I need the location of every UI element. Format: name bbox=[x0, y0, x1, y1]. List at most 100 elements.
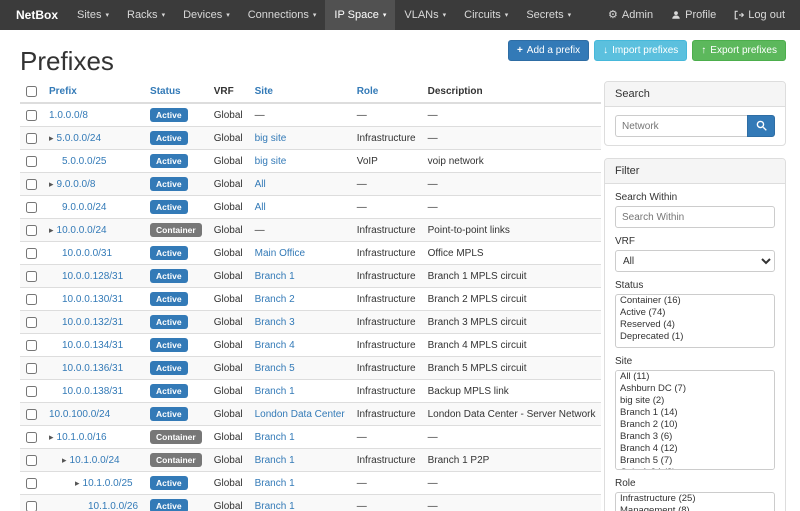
prefix-link[interactable]: 10.1.0.0/25 bbox=[83, 478, 133, 489]
prefix-link[interactable]: 9.0.0.0/8 bbox=[57, 179, 96, 190]
prefix-link[interactable]: 1.0.0.0/8 bbox=[49, 110, 88, 121]
nav-item-racks[interactable]: Racks▾ bbox=[118, 0, 174, 30]
row-checkbox[interactable] bbox=[26, 248, 37, 259]
listbox-option[interactable]: Ashburn DC (7) bbox=[616, 383, 774, 395]
search-button[interactable] bbox=[747, 115, 775, 137]
row-checkbox[interactable] bbox=[26, 409, 37, 420]
prefix-link[interactable]: 10.1.0.0/26 bbox=[88, 501, 138, 511]
nav-item-devices[interactable]: Devices▾ bbox=[174, 0, 239, 30]
expand-caret-icon[interactable]: ▸ bbox=[49, 432, 54, 442]
row-checkbox[interactable] bbox=[26, 271, 37, 282]
prefix-link[interactable]: 5.0.0.0/24 bbox=[57, 133, 101, 144]
prefix-link[interactable]: 9.0.0.0/24 bbox=[62, 202, 106, 213]
row-checkbox[interactable] bbox=[26, 478, 37, 489]
row-checkbox[interactable] bbox=[26, 179, 37, 190]
site-link[interactable]: Branch 3 bbox=[255, 317, 295, 328]
prefix-link[interactable]: 10.0.0.138/31 bbox=[62, 386, 123, 397]
nav-item-ip-space[interactable]: IP Space▾ bbox=[325, 0, 395, 30]
nav-item-connections[interactable]: Connections▾ bbox=[239, 0, 326, 30]
prefix-link[interactable]: 10.0.0.0/24 bbox=[57, 225, 107, 236]
row-checkbox[interactable] bbox=[26, 133, 37, 144]
row-checkbox[interactable] bbox=[26, 432, 37, 443]
prefix-link[interactable]: 10.0.0.130/31 bbox=[62, 294, 123, 305]
prefix-link[interactable]: 10.1.0.0/16 bbox=[57, 432, 107, 443]
listbox-option[interactable]: Branch 3 (6) bbox=[616, 431, 774, 443]
site-link[interactable]: big site bbox=[255, 156, 287, 167]
prefix-link[interactable]: 10.0.0.0/31 bbox=[62, 248, 112, 259]
site-link[interactable]: Branch 5 bbox=[255, 363, 295, 374]
listbox-option[interactable]: Container (16) bbox=[616, 295, 774, 307]
site-link[interactable]: Branch 1 bbox=[255, 432, 295, 443]
prefix-link[interactable]: 10.0.100.0/24 bbox=[49, 409, 110, 420]
nav-item-sites[interactable]: Sites▾ bbox=[68, 0, 118, 30]
site-link[interactable]: Branch 4 bbox=[255, 340, 295, 351]
nav-item-profile[interactable]: Profile bbox=[662, 0, 725, 30]
column-header-prefix[interactable]: Prefix bbox=[43, 81, 144, 103]
row-checkbox[interactable] bbox=[26, 202, 37, 213]
listbox-option[interactable]: big site (2) bbox=[616, 395, 774, 407]
import-prefixes-button[interactable]: ↓Import prefixes bbox=[594, 40, 687, 61]
expand-caret-icon[interactable]: ▸ bbox=[49, 225, 54, 235]
row-checkbox[interactable] bbox=[26, 110, 37, 121]
add-prefix-button[interactable]: +Add a prefix bbox=[508, 40, 589, 61]
prefix-link[interactable]: 10.0.0.132/31 bbox=[62, 317, 123, 328]
prefix-link[interactable]: 10.1.0.0/24 bbox=[70, 455, 120, 466]
listbox-option[interactable]: All (11) bbox=[616, 371, 774, 383]
listbox-option[interactable]: Branch 2 (10) bbox=[616, 419, 774, 431]
row-checkbox[interactable] bbox=[26, 363, 37, 374]
listbox-option[interactable]: Colo 1-24 (8) bbox=[616, 467, 774, 470]
row-checkbox[interactable] bbox=[26, 501, 37, 511]
row-checkbox[interactable] bbox=[26, 156, 37, 167]
site-link[interactable]: Branch 1 bbox=[255, 455, 295, 466]
search-within-input[interactable] bbox=[615, 206, 775, 228]
row-checkbox[interactable] bbox=[26, 294, 37, 305]
row-checkbox[interactable] bbox=[26, 386, 37, 397]
navbar-brand[interactable]: NetBox bbox=[6, 0, 68, 30]
site-link[interactable]: big site bbox=[255, 133, 287, 144]
expand-caret-icon[interactable]: ▸ bbox=[49, 133, 54, 143]
table-row: ▸10.0.0.132/31 Active Global Branch 3 In… bbox=[20, 311, 601, 334]
select-all-checkbox[interactable] bbox=[26, 86, 37, 97]
site-link[interactable]: All bbox=[255, 202, 266, 213]
nav-item-vlans[interactable]: VLANs▾ bbox=[395, 0, 455, 30]
prefix-link[interactable]: 10.0.0.128/31 bbox=[62, 271, 123, 282]
listbox-option[interactable]: Reserved (4) bbox=[616, 319, 774, 331]
listbox-option[interactable]: Active (74) bbox=[616, 307, 774, 319]
listbox-option[interactable]: Branch 5 (7) bbox=[616, 455, 774, 467]
prefix-link[interactable]: 10.0.0.134/31 bbox=[62, 340, 123, 351]
column-header-status[interactable]: Status bbox=[144, 81, 208, 103]
column-header-site[interactable]: Site bbox=[249, 81, 351, 103]
site-link[interactable]: Branch 1 bbox=[255, 386, 295, 397]
site-link[interactable]: — bbox=[255, 110, 265, 121]
expand-caret-icon[interactable]: ▸ bbox=[75, 478, 80, 488]
site-link[interactable]: Branch 1 bbox=[255, 501, 295, 511]
listbox-option[interactable]: Infrastructure (25) bbox=[616, 493, 774, 505]
nav-item-secrets[interactable]: Secrets▾ bbox=[517, 0, 580, 30]
site-link[interactable]: Branch 2 bbox=[255, 294, 295, 305]
site-link[interactable]: Branch 1 bbox=[255, 478, 295, 489]
listbox-option[interactable]: Branch 4 (12) bbox=[616, 443, 774, 455]
expand-caret-icon[interactable]: ▸ bbox=[49, 179, 54, 189]
nav-item-circuits[interactable]: Circuits▾ bbox=[455, 0, 517, 30]
vrf-select[interactable]: All bbox=[615, 250, 775, 272]
row-checkbox[interactable] bbox=[26, 317, 37, 328]
site-link[interactable]: All bbox=[255, 179, 266, 190]
export-prefixes-button[interactable]: ↑Export prefixes bbox=[692, 40, 786, 61]
site-link[interactable]: Branch 1 bbox=[255, 271, 295, 282]
listbox-option[interactable]: Branch 1 (14) bbox=[616, 407, 774, 419]
site-link[interactable]: — bbox=[255, 225, 265, 236]
listbox-option[interactable]: Deprecated (1) bbox=[616, 331, 774, 343]
prefix-link[interactable]: 5.0.0.0/25 bbox=[62, 156, 106, 167]
expand-caret-icon[interactable]: ▸ bbox=[62, 455, 67, 465]
row-checkbox[interactable] bbox=[26, 340, 37, 351]
site-link[interactable]: London Data Center bbox=[255, 409, 345, 420]
site-link[interactable]: Main Office bbox=[255, 248, 305, 259]
row-checkbox[interactable] bbox=[26, 225, 37, 236]
row-checkbox[interactable] bbox=[26, 455, 37, 466]
nav-item-admin[interactable]: ⚙ Admin bbox=[599, 0, 662, 30]
column-header-role[interactable]: Role bbox=[351, 81, 422, 103]
nav-item-logout[interactable]: Log out bbox=[725, 0, 794, 30]
search-input[interactable] bbox=[615, 115, 747, 137]
listbox-option[interactable]: Management (8) bbox=[616, 505, 774, 511]
prefix-link[interactable]: 10.0.0.136/31 bbox=[62, 363, 123, 374]
